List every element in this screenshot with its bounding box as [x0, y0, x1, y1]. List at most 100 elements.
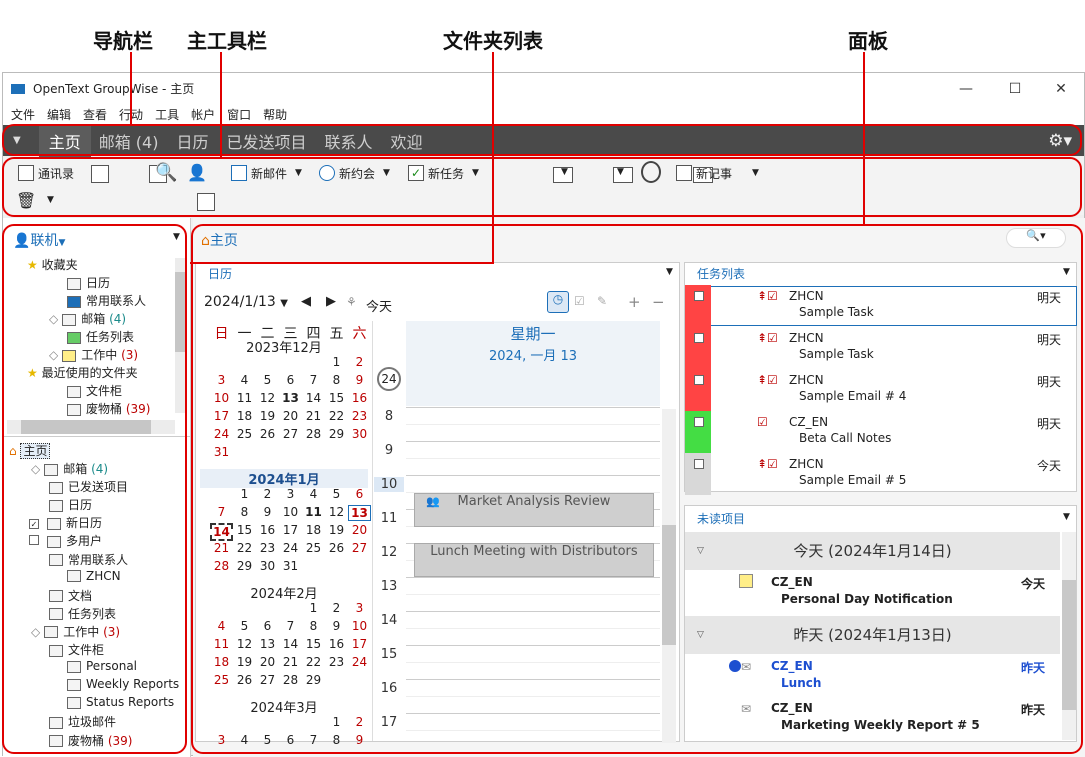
tree-item[interactable]: 已发送项目 [49, 478, 128, 495]
mini-day[interactable]: 23 [256, 541, 279, 555]
task-checkbox[interactable] [694, 333, 704, 343]
tree-item[interactable]: 任务列表 [49, 605, 116, 622]
menu-accounts[interactable]: 帐户 [191, 106, 215, 123]
fav-item-calendar[interactable]: 日历 [67, 274, 110, 291]
tree-item[interactable]: 垃圾邮件 [49, 713, 116, 730]
lightbulb-icon[interactable] [641, 161, 661, 183]
mini-day[interactable]: 24 [279, 541, 302, 555]
tab-welcome[interactable]: 欢迎 [391, 129, 423, 153]
mini-day[interactable]: 9 [325, 619, 348, 633]
mini-day[interactable]: 21 [302, 409, 325, 423]
mini-day[interactable]: 26 [325, 541, 348, 555]
tree-item[interactable]: ◇ 工作中 (3) [31, 623, 120, 640]
close-button[interactable]: ✕ [1038, 73, 1084, 104]
mini-day[interactable]: 1 [233, 487, 256, 501]
mini-day[interactable]: 17 [210, 409, 233, 423]
mini-day[interactable]: 14 [279, 637, 302, 651]
recent-item-trash[interactable]: 废物桶 (39) [67, 400, 150, 417]
mini-day[interactable]: 12 [233, 637, 256, 651]
mini-day[interactable]: 30 [256, 559, 279, 573]
tree-item[interactable]: 多用户 [29, 532, 102, 549]
mini-day[interactable]: 27 [256, 673, 279, 687]
mini-day[interactable]: 10 [279, 505, 302, 519]
mini-day[interactable]: 25 [302, 541, 325, 555]
next-arrow-icon[interactable]: ▶ [326, 294, 336, 309]
task-row[interactable]: ⇞☑ ZHCN Sample Task 明天 [685, 327, 1078, 369]
task-row[interactable]: ⇞☑ ZHCN Sample Task 明天 [685, 285, 1078, 327]
mini-day[interactable]: 20 [348, 523, 371, 537]
mini-day[interactable]: 3 [279, 487, 302, 501]
mini-day[interactable]: 2 [256, 487, 279, 501]
find-user-icon[interactable]: 👤 [187, 163, 207, 182]
search-icon[interactable]: 🔍 [155, 162, 177, 183]
chevron-down-icon[interactable]: ▼ [1063, 512, 1070, 522]
mini-day[interactable]: 9 [348, 373, 371, 387]
prev-arrow-icon[interactable]: ◀ [301, 294, 311, 309]
mini-day[interactable]: 12 [256, 391, 279, 405]
new-appointment-button[interactable]: 新约会 ▼ [319, 163, 390, 183]
horizontal-scrollbar[interactable] [7, 420, 175, 434]
tree-item[interactable]: Status Reports [67, 695, 174, 709]
home-title[interactable]: ⌂主页 [201, 230, 238, 250]
calendar-scrollbar[interactable] [662, 409, 676, 743]
mini-day[interactable]: 25 [233, 427, 256, 441]
tree-item[interactable]: 常用联系人 [49, 551, 128, 568]
chevron-down-icon[interactable]: ▼ [752, 168, 759, 178]
unread-scrollbar[interactable] [1062, 532, 1076, 740]
mini-day[interactable]: 15 [233, 523, 256, 537]
mini-day[interactable]: 5 [256, 733, 279, 747]
window-icon[interactable] [197, 193, 216, 211]
fav-item-contacts[interactable]: 常用联系人 [67, 292, 146, 309]
fav-item-working[interactable]: ◇ 工作中 (3) [49, 346, 138, 363]
mini-day[interactable]: 30 [348, 427, 371, 441]
mini-day[interactable]: 22 [302, 655, 325, 669]
mini-day[interactable]: 20 [256, 655, 279, 669]
mini-day[interactable]: 19 [256, 409, 279, 423]
mini-day[interactable]: 8 [325, 373, 348, 387]
recent-folders-header[interactable]: ★ 最近使用的文件夹 [27, 364, 138, 381]
mini-day[interactable]: 6 [256, 619, 279, 633]
chevron-down-icon[interactable]: ▼ [666, 267, 673, 277]
mini-day[interactable]: 12 [325, 505, 348, 519]
appointment-market-analysis[interactable]: Market Analysis Review [414, 493, 654, 527]
calendar-view-icon[interactable] [91, 165, 109, 183]
mini-day[interactable]: 3 [210, 733, 233, 747]
mini-day[interactable]: 1 [325, 715, 348, 729]
menu-tools[interactable]: 工具 [155, 106, 179, 123]
mini-day[interactable]: 2 [348, 355, 371, 369]
mini-day[interactable]: 14 [210, 523, 233, 541]
mini-day[interactable]: 8 [325, 733, 348, 747]
mini-day[interactable]: 27 [279, 427, 302, 441]
mini-day[interactable]: 16 [256, 523, 279, 537]
mini-day[interactable]: 1 [302, 601, 325, 615]
maximize-button[interactable]: ☐ [992, 73, 1038, 104]
mini-day[interactable]: 25 [210, 673, 233, 687]
menu-edit[interactable]: 编辑 [47, 106, 71, 123]
tab-sent-items[interactable]: 已发送项目 [227, 129, 307, 153]
mini-day[interactable]: 11 [302, 505, 325, 519]
clock-view-icon[interactable]: ◷ [547, 291, 569, 313]
mini-day[interactable]: 18 [302, 523, 325, 537]
tree-home[interactable]: ⌂ 主页 [9, 442, 51, 459]
new-mail-button[interactable]: 新邮件 ▼ [231, 163, 302, 183]
mini-day[interactable]: 17 [348, 637, 371, 651]
mini-day[interactable]: 10 [210, 391, 233, 405]
menu-view[interactable]: 查看 [83, 106, 107, 123]
tree-item[interactable]: ZHCN [67, 569, 121, 583]
mini-day[interactable]: 11 [233, 391, 256, 405]
mini-day[interactable]: 11 [210, 637, 233, 651]
mini-day[interactable]: 21 [279, 655, 302, 669]
menu-help[interactable]: 帮助 [263, 106, 287, 123]
mini-day[interactable]: 4 [233, 373, 256, 387]
tree-item[interactable]: 文档 [49, 587, 92, 604]
online-mode-selector[interactable]: 👤联机▼ [13, 230, 65, 250]
task-row[interactable]: ⇞☑ ZHCN Sample Email # 4 明天 [685, 369, 1078, 411]
zoom-out-icon[interactable]: − [652, 293, 665, 311]
task-checkbox[interactable] [694, 459, 704, 469]
tree-item[interactable]: 日历 [49, 496, 92, 513]
mini-day[interactable]: 2 [325, 601, 348, 615]
mini-day[interactable]: 29 [233, 559, 256, 573]
chevron-down-icon[interactable]: ▼ [383, 168, 390, 178]
vertical-scrollbar[interactable] [175, 258, 187, 413]
chevron-down-icon[interactable]: ▼ [295, 168, 302, 178]
